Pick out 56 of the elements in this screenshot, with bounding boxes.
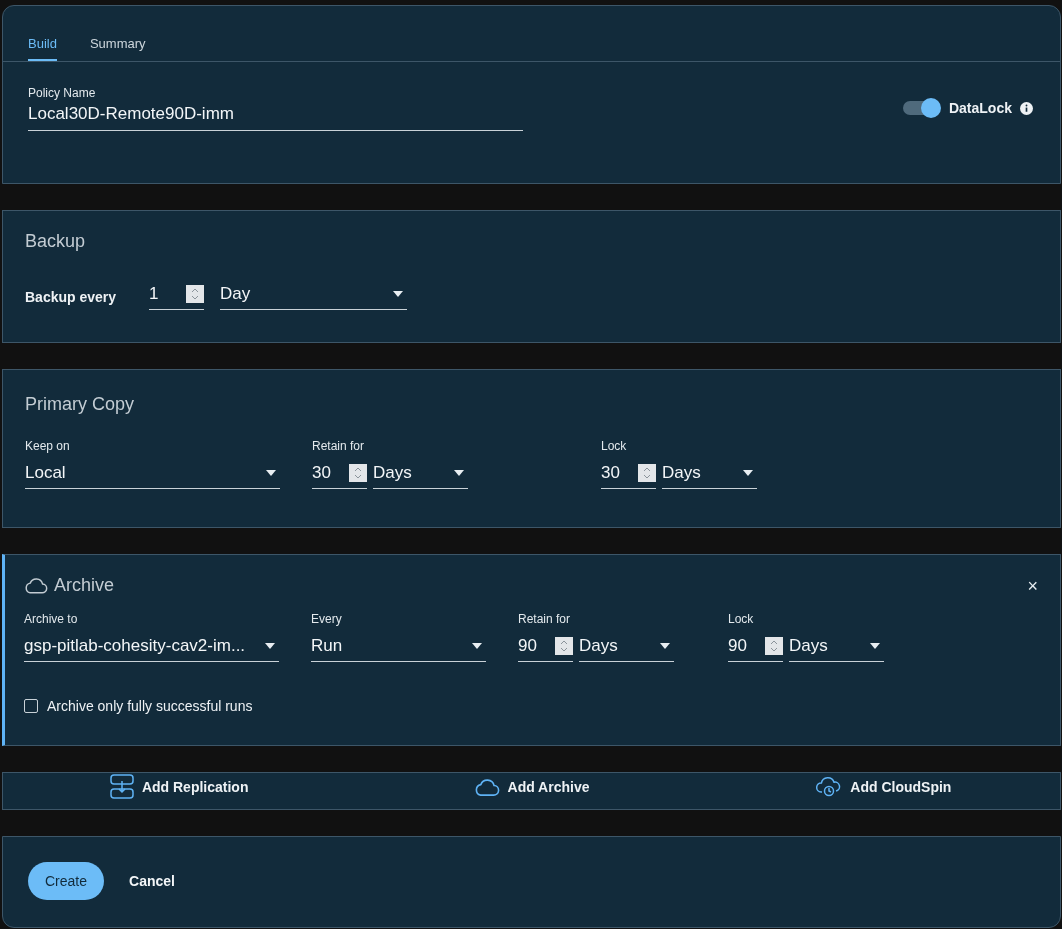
add-button[interactable]: Add Archive [469,773,594,801]
stepper-icon[interactable] [349,463,367,482]
number-field[interactable]: 30 [312,457,367,489]
cloud-icon [473,777,500,797]
section-title: Primary Copy [25,394,136,415]
section-title: Archive [54,575,115,596]
close-button[interactable]: × [1027,576,1038,595]
caret-icon [265,642,275,649]
tab[interactable]: Summary [89,36,146,61]
caret-icon [472,642,482,649]
caret-icon [870,642,880,649]
dropdown[interactable]: gsp-pitlab-cohesity-cav2-im... [24,630,279,662]
field-label: Policy Name [28,86,97,100]
server-icon [109,774,134,800]
field-label: Retain for [312,439,366,453]
cloud-sync-icon [816,776,843,798]
caret-icon [393,290,404,297]
field-label: Retain for [518,612,572,626]
stepper-icon[interactable] [765,636,783,655]
checkbox-label: Archive only fully successful runs [47,698,253,714]
dropdown[interactable]: Day [220,278,408,310]
create-button[interactable]: Create [28,862,105,900]
field-label: Backup every [25,289,117,305]
stepper-icon[interactable] [555,636,573,655]
number-field[interactable]: 90 [728,630,783,662]
field-label: Lock [728,612,755,626]
section-title: Backup [25,231,87,252]
checkbox[interactable] [24,699,38,713]
field-label: Lock [601,439,628,453]
cloud-icon [24,577,48,594]
tab[interactable]: Build [28,36,57,61]
dropdown[interactable]: Run [311,630,486,662]
caret-icon [266,469,276,476]
add-button[interactable]: Add CloudSpin [812,772,956,802]
field-label: Keep on [25,439,71,453]
stepper-icon[interactable] [186,284,205,303]
dropdown[interactable]: Days [579,630,674,662]
number-field[interactable]: 1 [149,278,205,310]
info-icon[interactable] [1020,101,1033,115]
caret-icon [743,469,753,476]
cancel-button[interactable]: Cancel [129,862,175,900]
toggle-switch[interactable] [902,98,941,118]
caret-icon [454,469,464,476]
add-button[interactable]: Add Replication [105,770,253,804]
policy-name-field[interactable]: Local30D-Remote90D-imm [28,104,523,131]
stepper-icon[interactable] [638,463,656,482]
dropdown[interactable]: Days [789,630,884,662]
number-field[interactable]: 90 [518,630,573,662]
dropdown[interactable]: Days [373,457,468,489]
field-label: Every [311,612,343,626]
dropdown[interactable]: Days [662,457,757,489]
caret-icon [660,642,670,649]
number-field[interactable]: 30 [601,457,656,489]
field-label: Archive to [24,612,79,626]
dropdown[interactable]: Local [25,457,280,489]
toggle-label: DataLock [948,100,1012,116]
